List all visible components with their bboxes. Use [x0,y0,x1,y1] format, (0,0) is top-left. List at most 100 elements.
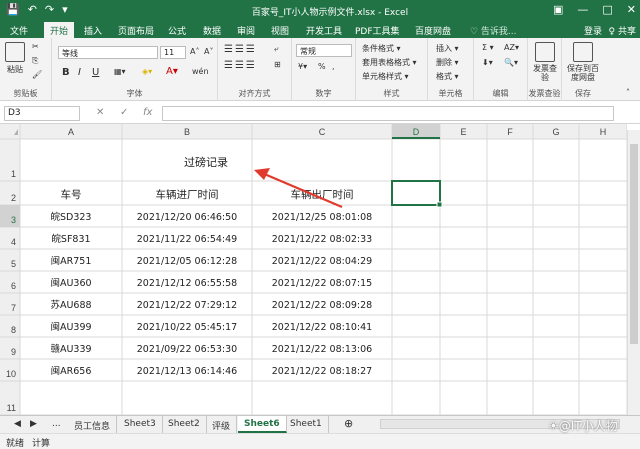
data-cell[interactable]: 2021/12/20 06:46:50 [137,212,237,223]
column-header-f[interactable]: F [507,127,513,137]
column-header-e[interactable]: E [460,127,466,137]
currency-icon[interactable]: ¥▾ [298,62,307,71]
tab-data[interactable]: 数据 [203,24,221,37]
cut-icon[interactable]: ✂ [32,42,39,51]
sheet-next-icon[interactable]: ▶ [24,416,43,433]
column-header-a[interactable]: A [68,127,74,137]
row-header-11[interactable]: 11 [7,403,16,413]
underline-button[interactable]: U [92,67,99,78]
sheet-tab-employee[interactable]: 员工信息 [68,416,118,433]
data-cell[interactable]: 2021/12/22 08:13:06 [272,344,372,355]
sheet-tab-sheet3[interactable]: Sheet3 [118,416,163,433]
sheet-tab-sheet2[interactable]: Sheet2 [162,416,207,433]
data-cell[interactable]: 2021/12/05 06:12:28 [137,256,237,267]
data-cell[interactable]: 2021/10/22 05:45:17 [137,322,237,333]
column-header-c[interactable]: C [319,127,326,137]
border-icon[interactable]: ▦▾ [114,67,126,76]
header-cell[interactable]: 车号 [61,188,82,201]
row-header-1[interactable]: 1 [11,169,16,179]
font-name-select[interactable]: 等线 [58,46,158,59]
collapse-ribbon-icon[interactable]: ˄ [626,88,630,97]
data-cell[interactable]: 苏AU688 [50,299,91,311]
data-cell[interactable]: 2021/12/12 06:55:58 [137,278,237,289]
data-cell[interactable]: 闽AR656 [51,365,92,377]
decrease-font-button[interactable]: A˅ [204,47,213,56]
tell-me-search[interactable]: ♡ 告诉我... [470,24,517,37]
cancel-icon[interactable]: ✕ [96,107,104,118]
font-size-select[interactable]: 11 [160,46,186,59]
minimize-button[interactable]: — [577,3,588,16]
copy-icon[interactable]: ⎘ [32,56,38,66]
find-select-button[interactable]: 🔍▾ [504,58,518,67]
selected-cell-border[interactable] [391,180,441,206]
redo-icon[interactable]: ↷ [45,3,54,16]
save-icon[interactable]: 💾 [6,3,20,16]
delete-cells-button[interactable]: 删除 ▾ [436,57,459,68]
data-cell[interactable]: 2021/12/22 08:02:33 [272,234,372,245]
enter-icon[interactable]: ✓ [120,107,128,118]
data-cell[interactable]: 2021/12/22 07:29:12 [137,300,237,311]
row-header-6[interactable]: 6 [11,281,16,291]
data-cell[interactable]: 闽AR751 [51,255,92,267]
login-link[interactable]: 登录 [584,24,602,37]
data-cell[interactable]: 皖SF831 [51,233,90,245]
column-header-b[interactable]: B [184,127,190,137]
maximize-button[interactable]: □ [602,3,612,16]
header-cell[interactable]: 车辆进厂时间 [156,188,219,201]
data-cell[interactable]: 闽AU360 [50,277,91,289]
data-cell[interactable]: 2021/12/22 08:10:41 [272,322,372,333]
insert-function-icon[interactable]: fx [143,107,152,118]
save-to-baidu-button[interactable]: 保存到百度网盘 [564,42,602,82]
tab-home[interactable]: 开始 [44,22,75,38]
row-header-5[interactable]: 5 [11,259,16,269]
format-cells-button[interactable]: 格式 ▾ [436,71,459,82]
tab-insert[interactable]: 插入 [84,24,102,37]
data-cell[interactable]: 2021/11/22 06:54:49 [137,234,237,245]
tab-formulas[interactable]: 公式 [168,24,186,37]
formula-input[interactable] [162,106,614,121]
sort-filter-button[interactable]: AZ▾ [504,43,519,52]
data-cell[interactable]: 皖SD323 [51,211,92,223]
tab-developer[interactable]: 开发工具 [306,24,342,37]
sheet-title-cell[interactable]: 过磅记录 [184,155,228,169]
vertical-scrollbar[interactable] [627,130,640,415]
tab-review[interactable]: 审阅 [237,24,255,37]
scrollbar-thumb[interactable] [630,144,638,344]
number-format-select[interactable]: 常规 [296,44,352,57]
font-color-icon[interactable]: A▾ [166,66,178,77]
customize-qat-icon[interactable]: ▾ [62,3,68,16]
tab-file[interactable]: 文件 [10,24,28,37]
data-cell[interactable]: 2021/12/22 08:04:29 [272,256,372,267]
data-cell[interactable]: 赣AU339 [50,343,91,355]
increase-font-button[interactable]: A˄ [190,47,199,56]
sheet-tab-rating[interactable]: 评级 [206,416,238,433]
share-button[interactable]: ♀ 共享 [609,24,636,37]
paste-button[interactable]: 粘贴 [4,42,26,75]
fill-color-icon[interactable]: ◈▾ [142,67,152,76]
sheet-tab-sheet6[interactable]: Sheet6 [238,416,287,433]
fill-handle[interactable] [436,201,443,208]
data-cell[interactable]: 闽AU399 [50,321,91,333]
column-header-d[interactable]: D [413,127,420,137]
invoice-check-button[interactable]: 发票查验 [532,42,558,82]
row-header-10[interactable]: 10 [6,369,16,379]
sheet-tab-sheet1[interactable]: Sheet1 [284,416,329,433]
sheet-more[interactable]: ... [46,416,67,433]
row-header-4[interactable]: 4 [11,237,16,247]
data-cell[interactable]: 2021/12/22 08:07:15 [272,278,372,289]
column-header-g[interactable]: G [552,127,559,137]
undo-icon[interactable]: ↶ [28,3,37,16]
name-box[interactable]: D3 [4,106,80,121]
data-cell[interactable]: 2021/12/13 06:14:46 [137,366,237,377]
column-header-h[interactable]: H [600,127,607,137]
data-cell[interactable]: 2021/12/25 08:01:08 [272,212,372,223]
data-cell[interactable]: 2021/12/22 08:18:27 [272,366,372,377]
vertical-align-icons[interactable]: ☰☰☰ [224,44,257,55]
tab-page-layout[interactable]: 页面布局 [118,24,154,37]
fill-icon[interactable]: ⬇▾ [482,58,493,67]
tab-baidu-netdisk[interactable]: 百度网盘 [415,24,451,37]
row-header-8[interactable]: 8 [11,325,16,335]
add-sheet-button[interactable]: ⊕ [338,416,359,433]
row-header-7[interactable]: 7 [11,303,16,313]
comma-button[interactable]: , [332,62,335,71]
